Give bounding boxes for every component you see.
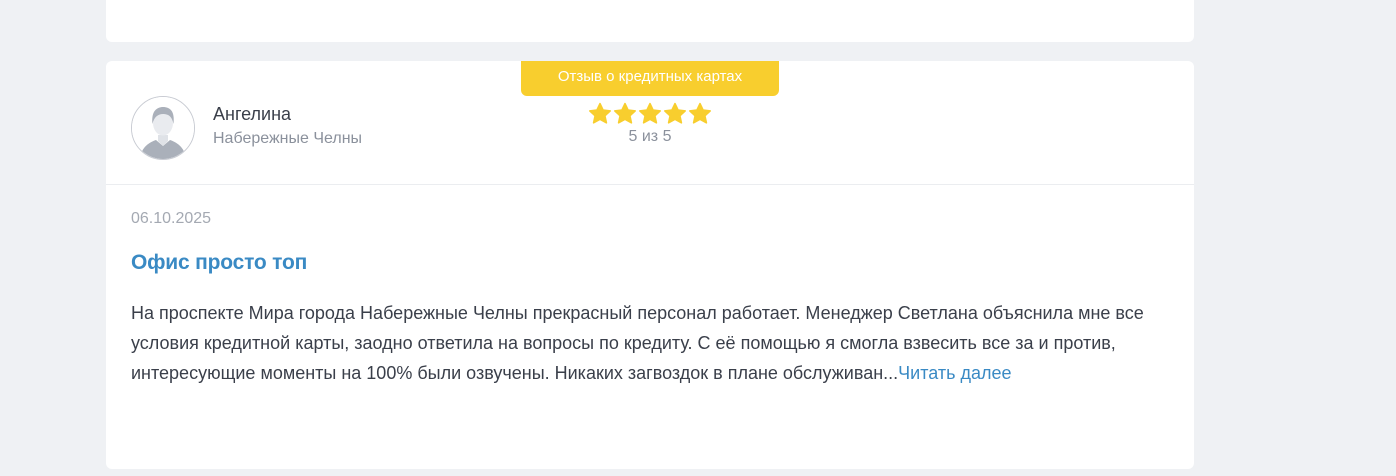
star-icon: [614, 102, 636, 124]
review-category-badge: Отзыв о кредитных картах: [521, 61, 779, 96]
previous-review-card: [106, 0, 1194, 42]
review-title[interactable]: Офис просто топ: [131, 251, 307, 275]
star-icon: [589, 102, 611, 124]
rating: 5 из 5: [586, 102, 714, 146]
author-name: Ангелина: [213, 104, 292, 124]
author-city: Набережные Челны: [213, 130, 363, 147]
review-header: Ангелина Набережные Челны 5 из 5 Отзыв о…: [106, 61, 1194, 185]
review-text: На проспекте Мира города Набережные Челн…: [131, 298, 1176, 388]
read-more-link[interactable]: Читать далее: [898, 363, 1011, 383]
user-silhouette-icon: [132, 97, 194, 159]
review-date: 06.10.2025: [131, 210, 212, 227]
review-card: Ангелина Набережные Челны 5 из 5 Отзыв о…: [106, 61, 1194, 469]
star-icon: [639, 102, 661, 124]
reviews-page: Ангелина Набережные Челны 5 из 5 Отзыв о…: [0, 0, 1396, 476]
avatar: [131, 96, 195, 160]
rating-label: 5 из 5: [628, 128, 672, 145]
star-icon: [664, 102, 686, 124]
star-icon: [689, 102, 711, 124]
rating-stars: [586, 102, 714, 126]
